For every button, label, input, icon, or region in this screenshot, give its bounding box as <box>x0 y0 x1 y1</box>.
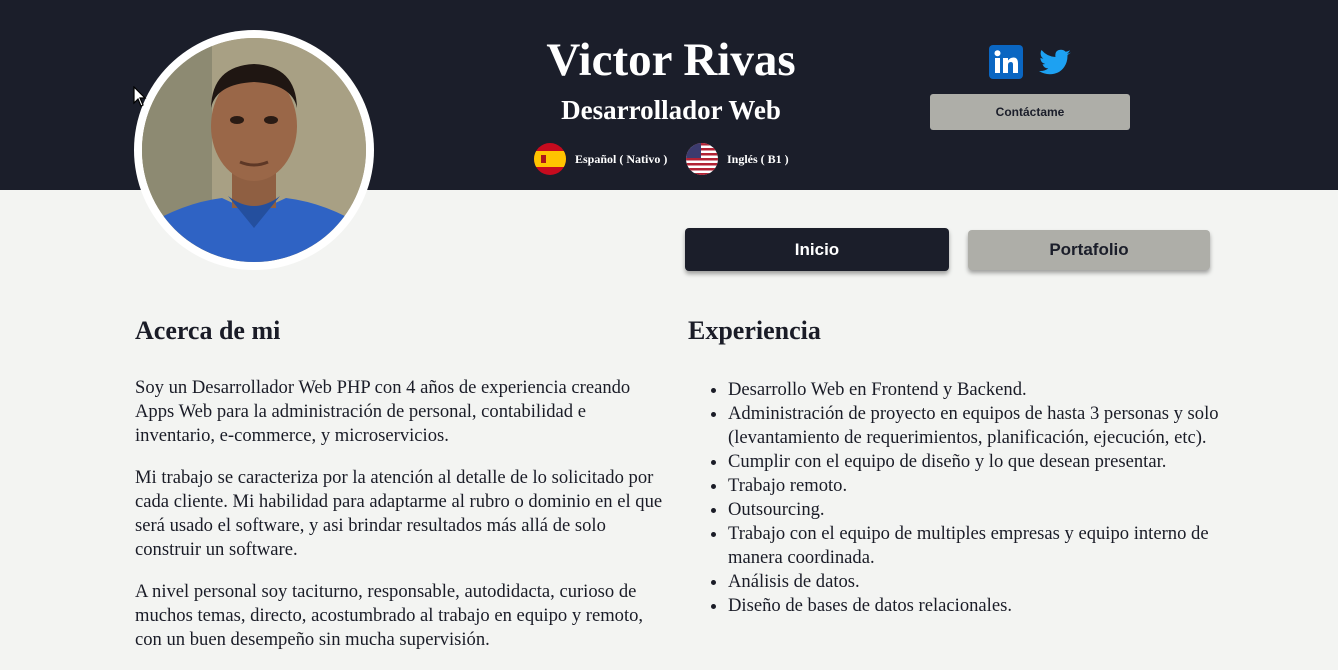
experience-title: Experiencia <box>688 316 821 345</box>
list-item: Cumplir con el equipo de diseño y lo que… <box>728 450 1253 474</box>
about-paragraph: Soy un Desarrollador Web PHP con 4 años … <box>135 377 631 446</box>
contact-button[interactable]: Contáctame <box>930 94 1130 130</box>
twitter-link[interactable] <box>1037 45 1073 79</box>
profile-name: Victor Rivas <box>546 34 796 86</box>
list-item: Trabajo remoto. <box>728 474 1253 498</box>
about-text: Soy un Desarrollador Web PHP con 4 años … <box>135 376 665 670</box>
language-label: Español ( Nativo ) <box>575 151 668 166</box>
about-paragraph: A nivel personal soy taciturno, responsa… <box>135 581 644 650</box>
experience-list: Desarrollo Web en Frontend y Backend. Ad… <box>688 378 1253 618</box>
list-item: Desarrollo Web en Frontend y Backend. <box>728 378 1253 402</box>
profile-role: Desarrollador Web <box>561 95 781 125</box>
list-item: Outsourcing. <box>728 498 1253 522</box>
tab-inicio[interactable]: Inicio <box>685 228 949 271</box>
list-item: Trabajo con el equipo de multiples empre… <box>728 522 1253 570</box>
language-english: Inglés ( B1 ) <box>686 143 789 175</box>
tab-portafolio[interactable]: Portafolio <box>968 230 1210 270</box>
about-paragraph: Mi trabajo se caracteriza por la atenció… <box>135 467 663 560</box>
twitter-icon[interactable] <box>1037 45 1073 79</box>
profile-photo <box>142 38 366 262</box>
usa-flag-icon <box>686 143 718 175</box>
spain-flag-icon <box>534 143 566 175</box>
list-item: Administración de proyecto en equipos de… <box>728 402 1253 450</box>
list-item: Análisis de datos. <box>728 570 1253 594</box>
language-label: Inglés ( B1 ) <box>727 151 789 166</box>
list-item: Diseño de bases de datos relacionales. <box>728 594 1253 618</box>
linkedin-link[interactable] <box>989 45 1023 79</box>
avatar <box>134 30 374 270</box>
linkedin-icon[interactable] <box>989 45 1023 79</box>
mouse-cursor-icon <box>133 86 147 107</box>
about-title: Acerca de mi <box>135 316 281 345</box>
language-spanish: Español ( Nativo ) <box>534 143 667 175</box>
